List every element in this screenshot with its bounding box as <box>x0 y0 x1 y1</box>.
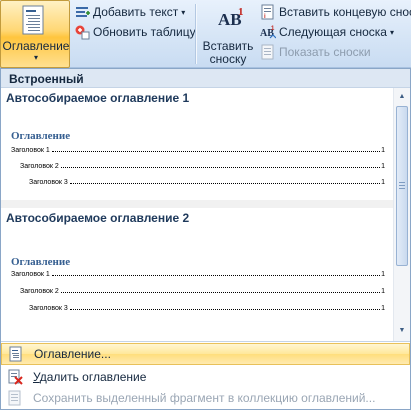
insert-endnote-label: Вставить концевую сноск <box>279 5 411 19</box>
next-footnote-icon: AB 1 <box>260 24 277 40</box>
scroll-up-icon[interactable]: ▲ <box>395 90 409 104</box>
menu-separator <box>1 341 410 342</box>
toc-preview-heading: Оглавление <box>11 256 71 268</box>
toc-preview-entry: Заголовок 2 1 <box>20 163 385 170</box>
show-notes-icon <box>260 44 276 60</box>
ribbon: Оглавление ▾ Добавить текст ▾ Обновить т… <box>0 0 411 68</box>
toc-entry-text: Заголовок 1 <box>11 147 50 154</box>
delete-document-icon <box>7 369 23 385</box>
toc-entry-page: 1 <box>381 288 385 295</box>
next-footnote-button[interactable]: AB 1 Следующая сноска ▾ <box>260 23 394 41</box>
add-text-icon <box>74 4 90 20</box>
toc-dropdown-panel: Встроенный Автособираемое оглавление 1 О… <box>0 68 411 410</box>
insert-footnote-label: Вставить сноску <box>200 40 256 66</box>
endnote-icon: i <box>260 4 276 20</box>
toc-dialog-label: Оглавление... <box>34 347 111 361</box>
gallery-scrollbar[interactable]: ▲ ▼ <box>393 88 410 341</box>
scrollbar-grip <box>399 185 405 186</box>
chevron-down-icon: ▾ <box>33 53 38 62</box>
toc-preview-entry: Заголовок 2 1 <box>20 288 385 295</box>
save-to-gallery-icon <box>7 390 23 406</box>
save-selection-label: Сохранить выделенный фрагмент в коллекци… <box>33 391 376 405</box>
footnote-icon-superscript: 1 <box>238 6 244 18</box>
update-table-label: Обновить таблицу <box>93 25 196 39</box>
toc-entry-page: 1 <box>381 271 385 278</box>
toc-entry-text: Заголовок 1 <box>11 271 50 278</box>
toc-item-title: Автособираемое оглавление 1 <box>6 91 190 105</box>
svg-text:1: 1 <box>271 26 275 32</box>
toc-document-icon <box>8 346 24 362</box>
toc-preview-entry: Заголовок 3 1 <box>29 179 385 186</box>
toc-preview-entry: Заголовок 3 1 <box>29 305 385 312</box>
toc-entry-text: Заголовок 2 <box>20 163 59 170</box>
toc-button[interactable]: Оглавление ▾ <box>0 0 70 68</box>
show-notes-label: Показать сноски <box>279 45 371 59</box>
chevron-down-icon: ▾ <box>181 7 186 17</box>
toc-entry-page: 1 <box>381 179 385 186</box>
toc-preview-entry: Заголовок 1 1 <box>11 147 385 154</box>
gallery-item-separator <box>1 200 393 208</box>
toc-gallery-item-auto-2[interactable]: Автособираемое оглавление 2 Оглавление З… <box>1 208 393 341</box>
toc-entry-page: 1 <box>381 147 385 154</box>
insert-footnote-label-line2: сноску <box>209 52 247 66</box>
toc-gallery: Автособираемое оглавление 1 Оглавление З… <box>1 88 393 341</box>
accelerator-key: У <box>33 370 40 384</box>
toc-item-title: Автособираемое оглавление 2 <box>6 211 190 225</box>
ribbon-separator <box>195 4 196 64</box>
next-footnote-label: Следующая сноска <box>279 25 387 39</box>
remove-toc-label-rest: далить оглавление <box>39 370 147 384</box>
toc-entry-page: 1 <box>381 163 385 170</box>
gallery-group-header: Встроенный <box>1 69 410 88</box>
toc-entry-text: Заголовок 3 <box>29 179 68 186</box>
save-selection-menu-item[interactable]: Сохранить выделенный фрагмент в коллекци… <box>1 387 410 409</box>
toc-preview-heading: Оглавление <box>11 130 71 142</box>
scrollbar-grip <box>399 188 405 189</box>
chevron-down-icon: ▾ <box>389 27 394 37</box>
toc-entry-page: 1 <box>381 305 385 312</box>
update-table-button[interactable]: Обновить таблицу <box>74 23 196 41</box>
scrollbar-grip <box>399 182 405 183</box>
toc-preview-entry: Заголовок 1 1 <box>11 271 385 278</box>
scrollbar-thumb[interactable] <box>396 106 408 266</box>
insert-footnote-button[interactable]: AB 1 Вставить сноску <box>200 2 256 66</box>
toc-button-label: Оглавление <box>2 39 70 53</box>
add-text-label: Добавить текст <box>93 5 179 19</box>
toc-dialog-menu-item[interactable]: Оглавление... <box>1 343 410 365</box>
toc-entry-text: Заголовок 3 <box>29 305 68 312</box>
show-notes-button[interactable]: Показать сноски <box>260 43 371 61</box>
add-text-button[interactable]: Добавить текст ▾ <box>74 3 185 21</box>
table-of-contents-icon <box>22 5 44 35</box>
toc-entry-text: Заголовок 2 <box>20 288 59 295</box>
update-table-icon <box>74 24 90 40</box>
remove-toc-label: Удалить оглавление <box>33 370 146 384</box>
scroll-down-icon[interactable]: ▼ <box>395 324 409 338</box>
remove-toc-menu-item[interactable]: Удалить оглавление <box>1 366 410 388</box>
insert-endnote-button[interactable]: i Вставить концевую сноск <box>260 3 411 21</box>
toc-gallery-item-auto-1[interactable]: Автособираемое оглавление 1 Оглавление З… <box>1 88 393 200</box>
